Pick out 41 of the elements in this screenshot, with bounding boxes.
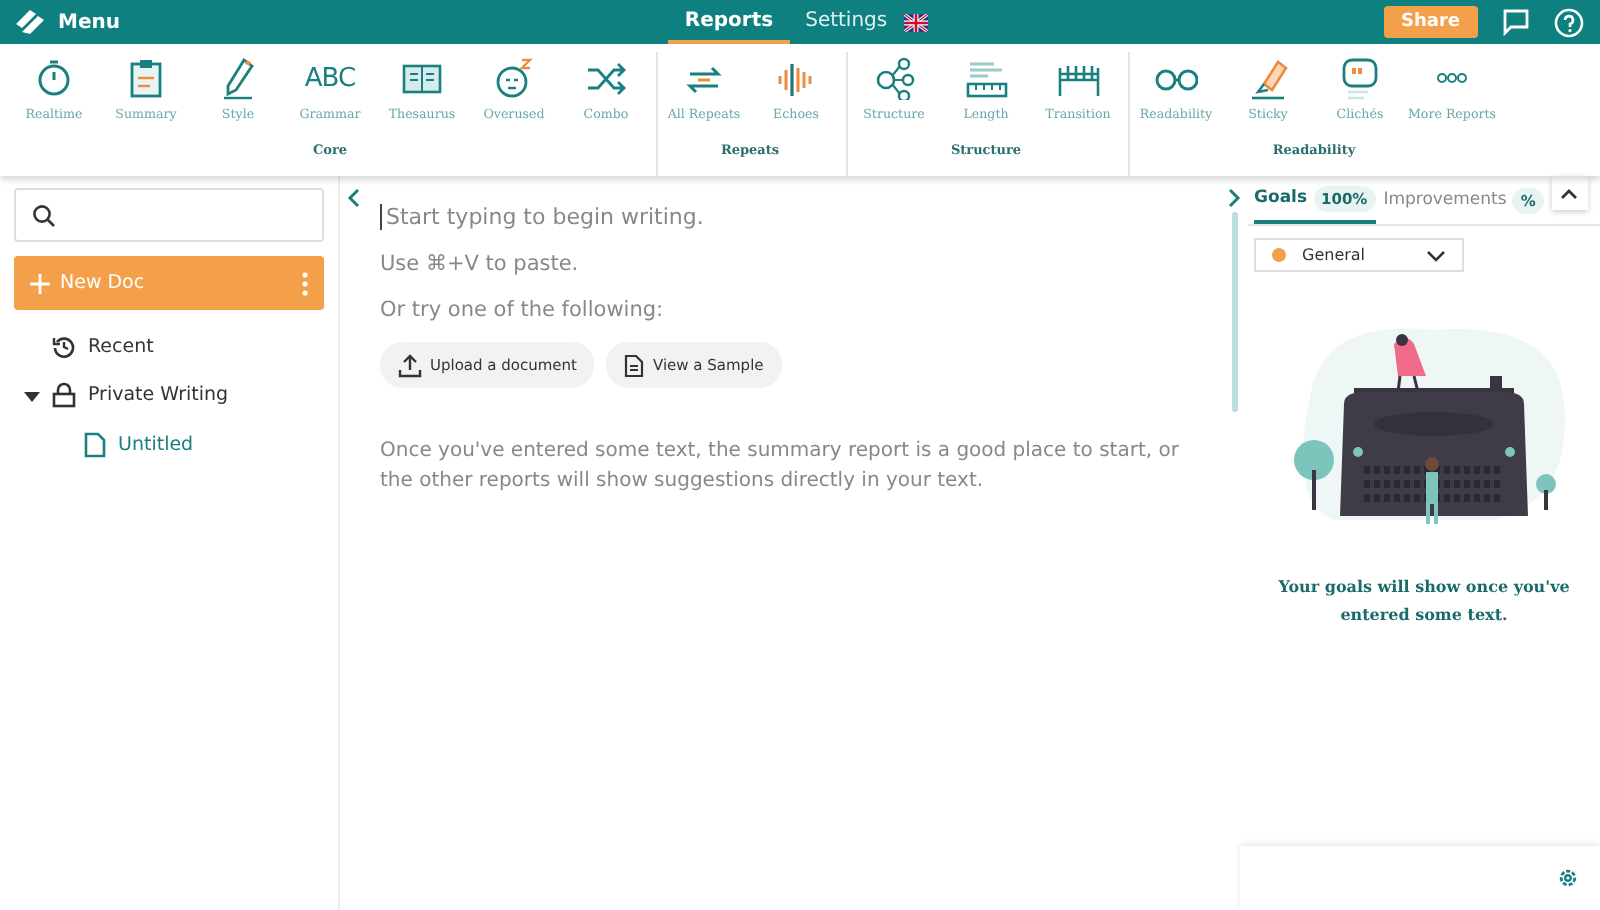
scrollbar[interactable] — [1231, 212, 1237, 412]
nav-tab[interactable]: Reports — [668, 0, 790, 44]
quote-bubble-icon — [1338, 56, 1382, 100]
goal-dropdown[interactable]: General — [1254, 238, 1464, 272]
face-icon — [492, 56, 536, 100]
hint-text: Or try one of the following: — [380, 298, 666, 322]
nodes-icon — [872, 56, 916, 100]
new-doc-button[interactable]: New Doc — [14, 256, 324, 310]
help-icon[interactable] — [1554, 7, 1585, 37]
caret-down-icon[interactable] — [24, 387, 40, 403]
logo-icon — [12, 8, 48, 36]
tree-item[interactable]: Untitled — [24, 428, 324, 462]
nav-tab[interactable]: Settings — [789, 0, 904, 44]
plus-icon — [30, 273, 50, 293]
chevron-right-icon[interactable] — [1226, 188, 1242, 208]
chat-icon[interactable] — [1502, 8, 1531, 36]
search-field[interactable] — [14, 188, 324, 242]
chevron-up-icon — [1560, 187, 1579, 199]
hint-text: Use ⌘+V to paste. — [380, 252, 581, 276]
lock-icon — [52, 382, 76, 408]
tree-item[interactable]: Private Writing — [24, 378, 324, 412]
document-icon — [624, 353, 645, 377]
upload-icon — [398, 353, 422, 377]
text-cursor — [380, 204, 382, 230]
share-button[interactable]: Share — [1383, 6, 1479, 38]
menu-button[interactable]: Menu — [58, 11, 120, 33]
tree-item[interactable]: Recent — [24, 330, 324, 362]
ellipsis-icon — [1436, 72, 1468, 84]
settings-icon[interactable] — [1556, 866, 1580, 890]
chevron-down-icon — [1426, 249, 1446, 261]
goals-message: Your goals will show once you've entered some text. — [1276, 574, 1572, 628]
document-icon — [84, 432, 106, 458]
search-icon — [32, 203, 56, 227]
placeholder-text: Start typing to begin writing. — [386, 204, 704, 230]
chevron-left-icon[interactable] — [346, 188, 362, 208]
flag-icon — [903, 13, 928, 31]
marker-icon — [1246, 56, 1290, 100]
help-text: Once you've entered some text, the summary report is a good place to start, or the other reports will show suggestions directly in your text. — [380, 438, 1180, 496]
collapse-button[interactable] — [1551, 176, 1588, 210]
history-icon — [52, 334, 76, 358]
abc-icon: ABC — [304, 63, 356, 93]
